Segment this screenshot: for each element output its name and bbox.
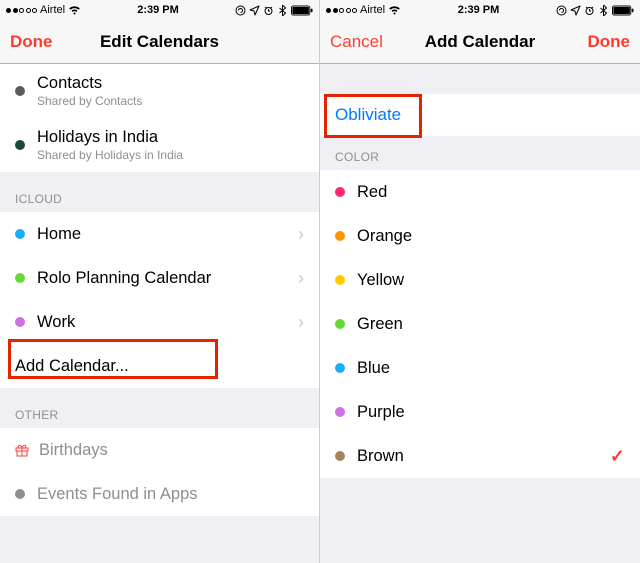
color-label: Orange (357, 227, 625, 246)
color-option-orange[interactable]: Orange (320, 214, 640, 258)
color-option-brown[interactable]: Brown ✓ (320, 434, 640, 478)
calendar-label: Holidays in India (37, 128, 304, 147)
add-calendar-button[interactable]: Add Calendar... (0, 344, 319, 388)
carrier-label: Airtel (40, 4, 65, 16)
color-dot (335, 187, 345, 197)
color-dot (335, 319, 345, 329)
alarm-icon (263, 5, 274, 16)
calendar-label: Home (37, 225, 292, 244)
color-dot (335, 407, 345, 417)
color-header: COLOR (320, 136, 640, 170)
battery-icon (291, 5, 313, 16)
add-calendar-screen: Airtel 2:39 PM Cancel Add Calendar Done … (320, 0, 640, 563)
calendar-label: Rolo Planning Calendar (37, 269, 292, 288)
calendar-item-work[interactable]: Work › (0, 300, 319, 344)
bluetooth-icon (277, 5, 288, 16)
color-option-yellow[interactable]: Yellow (320, 258, 640, 302)
color-dot (15, 140, 25, 150)
calendar-item-contacts[interactable]: Contacts Shared by Contacts (0, 64, 319, 118)
color-dot (15, 489, 25, 499)
carrier-label: Airtel (360, 4, 385, 16)
orientation-lock-icon (556, 5, 567, 16)
color-dot (15, 229, 25, 239)
chevron-right-icon: › (298, 268, 304, 289)
status-bar: Airtel 2:39 PM (0, 0, 319, 20)
calendar-label: Birthdays (39, 441, 304, 460)
calendar-item-holidays[interactable]: Holidays in India Shared by Holidays in … (0, 118, 319, 172)
calendar-label: Contacts (37, 74, 304, 93)
calendar-item-rolo[interactable]: Rolo Planning Calendar › (0, 256, 319, 300)
alarm-icon (584, 5, 595, 16)
location-icon (249, 5, 260, 16)
cancel-button[interactable]: Cancel (330, 32, 383, 52)
clock-label: 2:39 PM (458, 4, 500, 16)
color-dot (335, 451, 345, 461)
calendar-label: Events Found in Apps (37, 485, 304, 504)
color-option-red[interactable]: Red (320, 170, 640, 214)
calendar-sublabel: Shared by Contacts (37, 94, 304, 108)
calendar-item-events-found[interactable]: Events Found in Apps (0, 472, 319, 516)
orientation-lock-icon (235, 5, 246, 16)
other-header: OTHER (0, 388, 319, 428)
color-dot (15, 273, 25, 283)
other-section: Birthdays Events Found in Apps (0, 428, 319, 516)
color-dot (335, 275, 345, 285)
color-label: Brown (357, 447, 604, 466)
signal-strength-icon (6, 8, 37, 13)
chevron-right-icon: › (298, 312, 304, 333)
done-button[interactable]: Done (10, 32, 53, 52)
color-label: Green (357, 315, 625, 334)
checkmark-icon: ✓ (610, 446, 625, 467)
bluetooth-icon (598, 5, 609, 16)
icloud-section: Home › Rolo Planning Calendar › Work › A… (0, 212, 319, 388)
nav-bar: Cancel Add Calendar Done (320, 20, 640, 64)
signal-strength-icon (326, 8, 357, 13)
calendar-item-home[interactable]: Home › (0, 212, 319, 256)
color-dot (15, 317, 25, 327)
wifi-icon (388, 5, 401, 15)
calendar-sublabel: Shared by Holidays in India (37, 148, 304, 162)
battery-icon (612, 5, 634, 16)
subscribed-section: Contacts Shared by Contacts Holidays in … (0, 64, 319, 172)
add-calendar-label: Add Calendar... (15, 357, 304, 376)
location-icon (570, 5, 581, 16)
edit-calendars-screen: Airtel 2:39 PM Done Edit Calendars Conta… (0, 0, 320, 563)
status-bar: Airtel 2:39 PM (320, 0, 640, 20)
color-dot (335, 363, 345, 373)
wifi-icon (68, 5, 81, 15)
color-label: Red (357, 183, 625, 202)
color-label: Blue (357, 359, 625, 378)
color-option-purple[interactable]: Purple (320, 390, 640, 434)
chevron-right-icon: › (298, 224, 304, 245)
calendar-name-input[interactable] (320, 94, 640, 136)
done-button[interactable]: Done (588, 32, 631, 52)
icloud-header: ICLOUD (0, 172, 319, 212)
color-dot (335, 231, 345, 241)
color-option-green[interactable]: Green (320, 302, 640, 346)
color-option-blue[interactable]: Blue (320, 346, 640, 390)
color-section: Red Orange Yellow Green Blue Purple Brown ✓ (320, 170, 640, 478)
color-dot (15, 86, 25, 96)
color-label: Yellow (357, 271, 625, 290)
color-label: Purple (357, 403, 625, 422)
nav-bar: Done Edit Calendars (0, 20, 319, 64)
calendar-item-birthdays[interactable]: Birthdays (0, 428, 319, 472)
gift-icon (15, 443, 29, 457)
calendar-label: Work (37, 313, 292, 332)
clock-label: 2:39 PM (137, 4, 179, 16)
